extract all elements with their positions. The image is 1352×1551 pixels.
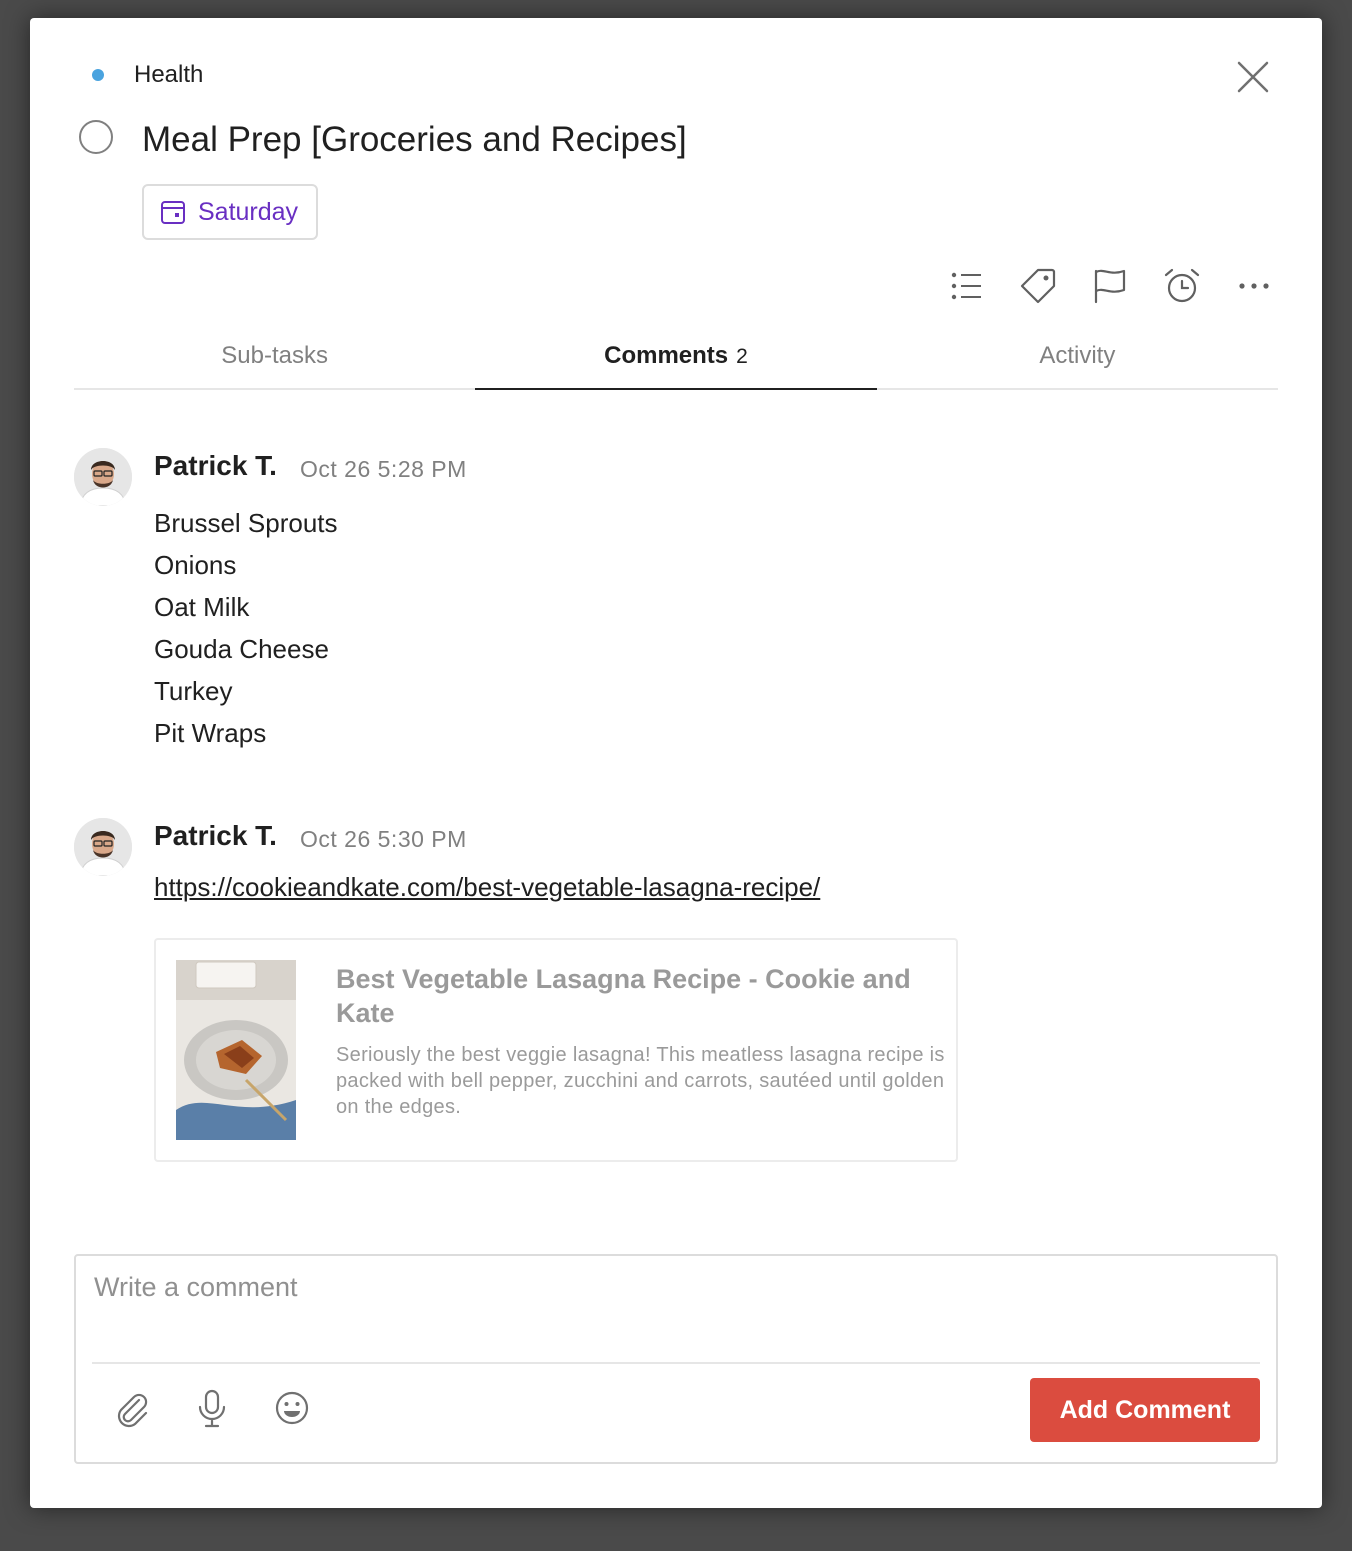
label-tag-icon <box>1020 268 1056 304</box>
attachment-paperclip-icon <box>117 1393 148 1428</box>
comment-author: Patrick T. <box>154 820 277 851</box>
emoji-smile-icon <box>275 1391 309 1425</box>
comment-body: Brussel Sprouts Onions Oat Milk Gouda Ch… <box>154 502 338 754</box>
comment-composer: Add Comment <box>74 1254 1278 1464</box>
comment-timestamp: Oct 26 5:28 PM <box>300 456 467 482</box>
comment-line: Gouda Cheese <box>154 634 329 664</box>
comment-input[interactable] <box>92 1270 1256 1354</box>
emoji-button[interactable] <box>270 1386 314 1430</box>
tab-subtasks[interactable]: Sub-tasks <box>74 328 475 388</box>
priority-button[interactable] <box>1088 264 1132 308</box>
close-button[interactable] <box>1230 54 1276 100</box>
project-color-dot <box>92 69 104 81</box>
task-detail-dialog: Health Meal Prep [Groceries and Recipes]… <box>30 18 1322 1508</box>
comment-line: Oat Milk <box>154 592 250 622</box>
link-preview-title: Best Vegetable Lasagna Recipe - Cookie a… <box>336 964 911 1028</box>
task-complete-checkbox[interactable] <box>79 120 113 154</box>
task-tabs: Sub-tasks Comments 2 Activity <box>74 328 1278 390</box>
reminder-button[interactable] <box>1160 264 1204 308</box>
more-options-button[interactable] <box>1232 264 1276 308</box>
link-preview-description: Seriously the best veggie lasagna! This … <box>336 1044 945 1118</box>
task-toolbar <box>30 264 1322 308</box>
microphone-icon <box>198 1389 226 1428</box>
voice-note-button[interactable] <box>190 1386 234 1430</box>
label-button[interactable] <box>1016 264 1060 308</box>
project-name[interactable]: Health <box>134 61 203 89</box>
comment-line: Turkey <box>154 676 233 706</box>
tab-label: Activity <box>1039 342 1116 369</box>
avatar[interactable] <box>74 818 132 876</box>
link-preview-card[interactable]: Best Vegetable Lasagna Recipe - Cookie a… <box>154 938 958 1162</box>
composer-divider <box>92 1362 1260 1364</box>
user-avatar-icon <box>74 448 132 506</box>
close-icon <box>1237 61 1269 93</box>
comment-author: Patrick T. <box>154 450 277 481</box>
tab-label: Sub-tasks <box>221 342 329 369</box>
due-date-label: Saturday <box>198 197 299 226</box>
attach-file-button[interactable] <box>110 1386 154 1430</box>
comment-line: Onions <box>154 550 237 580</box>
comment-link[interactable]: https://cookieandkate.com/best-vegetable… <box>154 872 820 903</box>
recipe-thumbnail-image <box>176 960 296 1140</box>
tab-activity[interactable]: Activity <box>877 328 1278 388</box>
comment-line: Pit Wraps <box>154 718 267 748</box>
more-icon <box>1239 283 1269 289</box>
priority-flag-icon <box>1094 269 1126 304</box>
add-comment-button[interactable]: Add Comment <box>1030 1378 1260 1442</box>
user-avatar-icon <box>74 818 132 876</box>
tab-comments[interactable]: Comments 2 <box>475 328 877 390</box>
avatar[interactable] <box>74 448 132 506</box>
task-title[interactable]: Meal Prep [Groceries and Recipes] <box>142 120 687 160</box>
reminder-alarm-icon <box>1164 268 1200 303</box>
tab-label: Comments <box>604 342 729 369</box>
calendar-icon <box>161 201 185 224</box>
subtasks-button[interactable] <box>944 264 988 308</box>
comment-timestamp: Oct 26 5:30 PM <box>300 826 467 852</box>
subtasks-list-icon <box>951 272 981 300</box>
tab-count-badge: 2 <box>736 345 748 368</box>
comment-line: Brussel Sprouts <box>154 508 338 538</box>
due-date-button[interactable]: Saturday <box>142 184 318 240</box>
